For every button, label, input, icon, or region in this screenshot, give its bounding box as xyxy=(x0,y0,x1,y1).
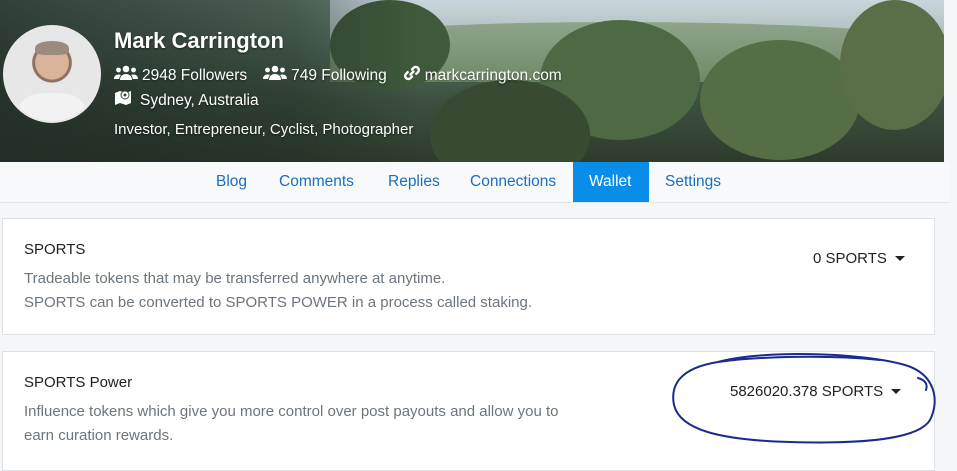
profile-tabs: Blog Comments Replies Connections Wallet… xyxy=(0,162,950,203)
wallet-card-sports: SPORTS Tradeable tokens that may be tran… xyxy=(2,218,935,335)
avatar-hair xyxy=(35,41,69,55)
tab-wallet[interactable]: Wallet xyxy=(573,162,649,202)
followers-link[interactable]: 2948 Followers xyxy=(114,65,247,86)
location-text: Sydney, Australia xyxy=(140,91,259,109)
sports-balance-dropdown[interactable]: 0 SPORTS xyxy=(813,250,905,267)
card-description-line: earn curation rewards. xyxy=(24,427,174,444)
profile-location: Sydney, Australia xyxy=(114,89,259,112)
cover-edge xyxy=(944,0,950,162)
caret-down-icon xyxy=(891,389,902,394)
following-link[interactable]: 749 Following xyxy=(263,65,387,86)
tab-comments[interactable]: Comments xyxy=(263,162,370,202)
sports-power-balance-dropdown[interactable]: 5826020.378 SPORTS xyxy=(730,383,902,400)
profile-bio: Investor, Entrepreneur, Cyclist, Photogr… xyxy=(114,121,414,138)
cover-tree xyxy=(700,40,860,160)
tab-settings[interactable]: Settings xyxy=(649,162,737,202)
card-description-line: Tradeable tokens that may be transferred… xyxy=(24,270,446,287)
profile-name: Mark Carrington xyxy=(114,28,284,53)
users-icon xyxy=(263,65,291,86)
tab-connections[interactable]: Connections xyxy=(454,162,572,202)
card-title: SPORTS Power xyxy=(24,374,133,391)
website-url: markcarrington.com xyxy=(424,66,562,84)
website-link[interactable]: markcarrington.com xyxy=(403,64,562,87)
tab-blog[interactable]: Blog xyxy=(200,162,263,202)
users-icon xyxy=(114,65,142,86)
card-title: SPORTS xyxy=(24,241,86,258)
wallet-card-sports-power: SPORTS Power Influence tokens which give… xyxy=(2,351,935,471)
card-description-line: SPORTS can be converted to SPORTS POWER … xyxy=(24,294,533,311)
followers-count: 2948 Followers xyxy=(142,66,248,84)
following-count: 749 Following xyxy=(291,66,387,84)
cover-tree xyxy=(840,0,950,130)
profile-stats: 2948 Followers 749 Following markcarring… xyxy=(114,64,578,87)
tab-replies[interactable]: Replies xyxy=(372,162,456,202)
caret-down-icon xyxy=(894,256,905,261)
profile-cover: Mark Carrington 2948 Followers 749 Follo… xyxy=(0,0,950,162)
map-marker-icon xyxy=(114,89,140,112)
link-icon xyxy=(403,64,425,87)
avatar-shirt xyxy=(19,93,85,121)
avatar[interactable] xyxy=(3,25,101,123)
balance-value: 5826020.378 SPORTS xyxy=(730,383,884,400)
card-description-line: Influence tokens which give you more con… xyxy=(24,403,559,420)
balance-value: 0 SPORTS xyxy=(813,250,887,267)
